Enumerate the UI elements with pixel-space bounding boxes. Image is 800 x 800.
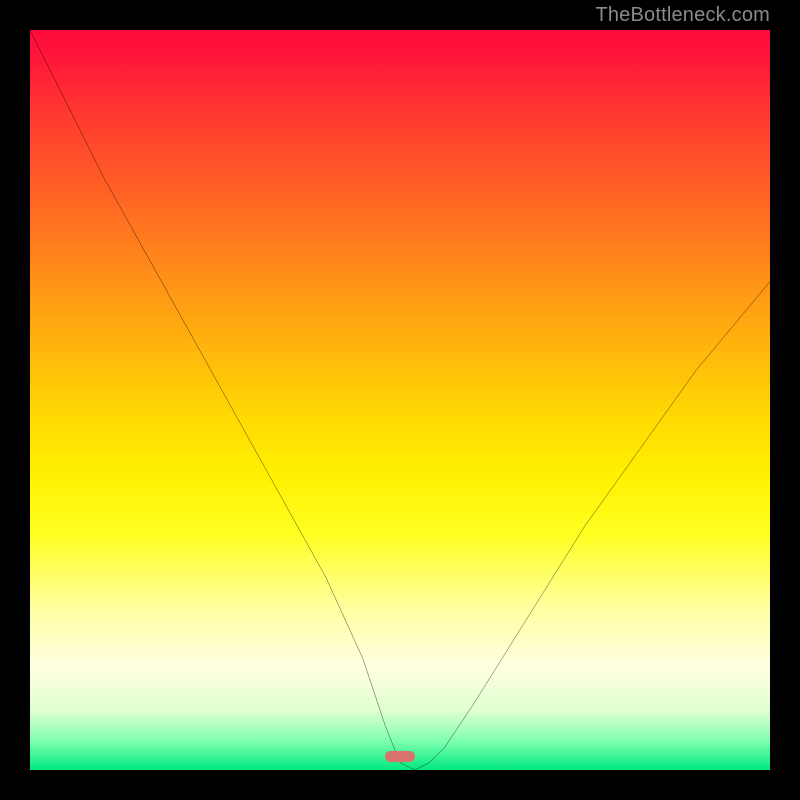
plot-area bbox=[30, 30, 770, 770]
watermark-text: TheBottleneck.com bbox=[595, 4, 770, 27]
optimal-marker bbox=[385, 751, 415, 762]
bottleneck-curve bbox=[30, 30, 770, 770]
chart-frame: TheBottleneck.com bbox=[0, 0, 800, 800]
